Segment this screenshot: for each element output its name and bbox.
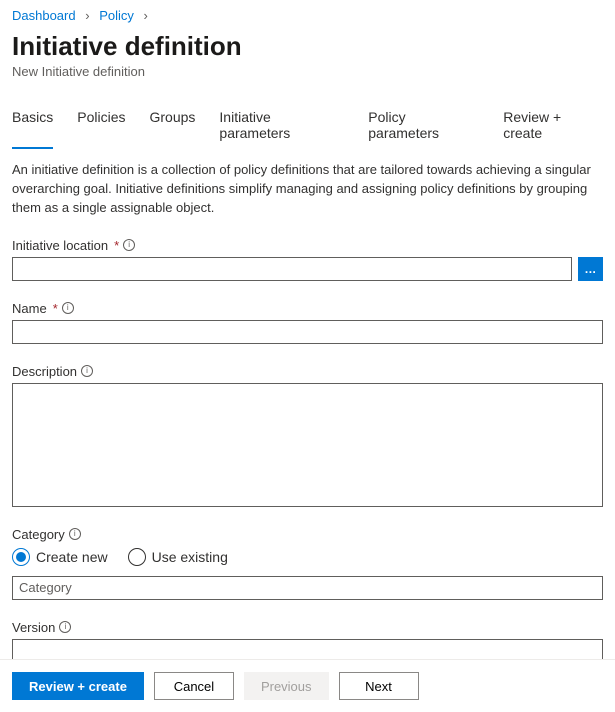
description-label: Description i (12, 364, 603, 379)
review-create-button[interactable]: Review + create (12, 672, 144, 700)
tab-basics[interactable]: Basics (12, 109, 53, 149)
breadcrumb-link-dashboard[interactable]: Dashboard (12, 8, 76, 23)
info-icon[interactable]: i (69, 528, 81, 540)
category-label: Category i (12, 527, 603, 542)
previous-button[interactable]: Previous (244, 672, 329, 700)
tab-policies[interactable]: Policies (77, 109, 125, 149)
tab-initiative-parameters[interactable]: Initiative parameters (219, 109, 344, 149)
name-label: Name * i (12, 301, 603, 316)
category-radio-group: Create new Use existing (12, 548, 603, 566)
page-subtitle: New Initiative definition (12, 64, 603, 79)
location-picker-button[interactable]: ... (578, 257, 603, 281)
radio-icon (12, 548, 30, 566)
category-input[interactable] (12, 576, 603, 600)
cancel-button[interactable]: Cancel (154, 672, 234, 700)
chevron-right-icon: › (144, 8, 148, 23)
footer-bar: Review + create Cancel Previous Next (0, 659, 615, 712)
radio-icon (128, 548, 146, 566)
breadcrumb-link-policy[interactable]: Policy (99, 8, 134, 23)
radio-label: Create new (36, 549, 108, 565)
breadcrumb: Dashboard › Policy › (12, 4, 603, 29)
radio-use-existing[interactable]: Use existing (128, 548, 228, 566)
description-textarea[interactable] (12, 383, 603, 507)
next-button[interactable]: Next (339, 672, 419, 700)
radio-create-new[interactable]: Create new (12, 548, 108, 566)
tab-description-text: An initiative definition is a collection… (12, 161, 600, 218)
info-icon[interactable]: i (81, 365, 93, 377)
tab-groups[interactable]: Groups (149, 109, 195, 149)
location-input[interactable] (12, 257, 572, 281)
page-title: Initiative definition (12, 31, 603, 62)
chevron-right-icon: › (85, 8, 89, 23)
required-asterisk: * (114, 238, 119, 253)
info-icon[interactable]: i (59, 621, 71, 633)
info-icon[interactable]: i (62, 302, 74, 314)
required-asterisk: * (53, 301, 58, 316)
info-icon[interactable]: i (123, 239, 135, 251)
radio-label: Use existing (152, 549, 228, 565)
tab-policy-parameters[interactable]: Policy parameters (368, 109, 479, 149)
version-label: Version i (12, 620, 603, 635)
tab-review-create[interactable]: Review + create (503, 109, 603, 149)
location-label: Initiative location * i (12, 238, 603, 253)
name-input[interactable] (12, 320, 603, 344)
tab-list: Basics Policies Groups Initiative parame… (12, 109, 603, 149)
